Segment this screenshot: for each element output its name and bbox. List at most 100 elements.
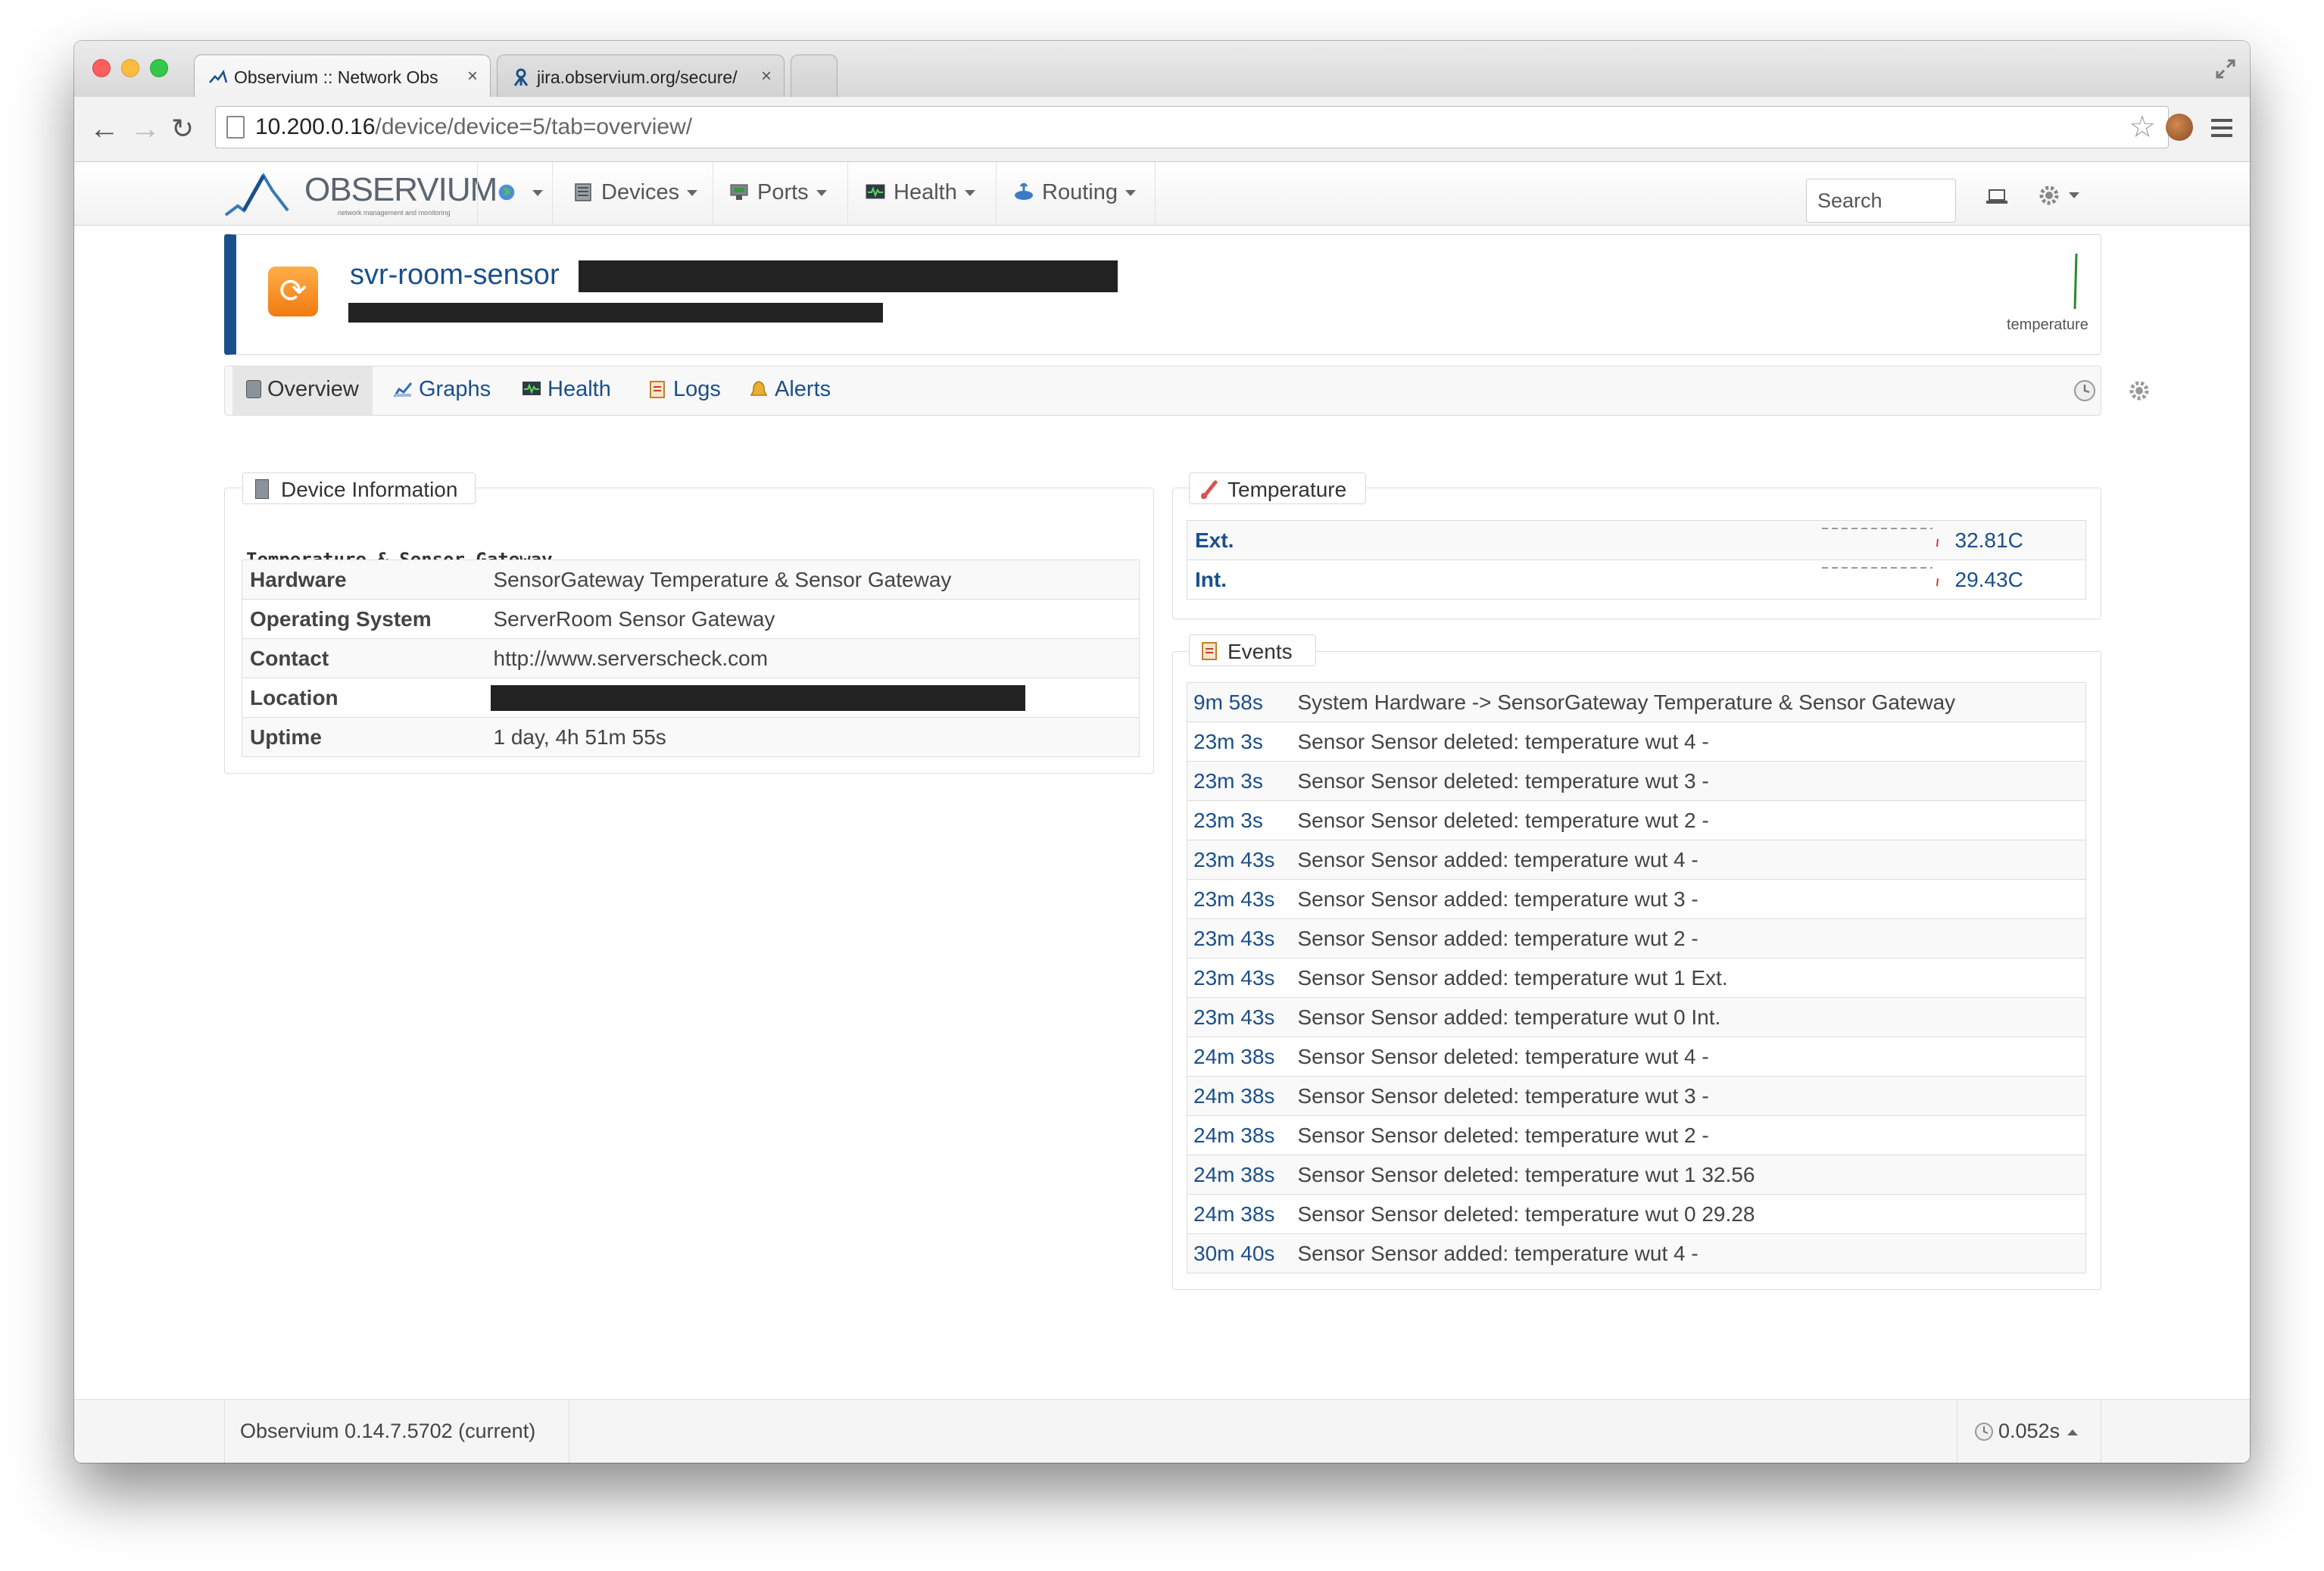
event-time[interactable]: 23m 43s [1187, 879, 1298, 919]
browser-titlebar: Observium :: Network Obs × jira.observiu… [74, 41, 2250, 97]
nav-health[interactable]: Health [848, 162, 997, 226]
url-path: /device/device=5/tab=overview/ [375, 114, 693, 139]
nav-routing[interactable]: Routing [997, 162, 1156, 226]
sensor-value[interactable]: 32.81C [1954, 520, 2086, 560]
version-info[interactable]: Observium 0.14.7.5702 (current) [224, 1400, 569, 1463]
thermometer-icon [1201, 480, 1218, 499]
close-window-button[interactable] [92, 59, 111, 77]
event-time[interactable]: 24m 38s [1187, 1076, 1298, 1116]
redacted-hostname-suffix [579, 260, 1118, 292]
table-row: Operating System ServerRoom Sensor Gatew… [242, 599, 1140, 639]
table-row: 23m 43s Sensor Sensor added: temperature … [1187, 879, 2086, 919]
routing-icon [1015, 183, 1033, 200]
event-time[interactable]: 30m 40s [1187, 1233, 1298, 1273]
nav-ports[interactable]: Ports [713, 162, 848, 226]
gear-icon [2039, 185, 2059, 205]
device-os-icon: ⟳ [268, 267, 318, 316]
event-time[interactable]: 23m 3s [1187, 761, 1298, 801]
table-row: 24m 38s Sensor Sensor deleted: temperatur… [1187, 1155, 2086, 1195]
table-row: 23m 43s Sensor Sensor added: temperature … [1187, 918, 2086, 958]
user-avatar[interactable] [2166, 114, 2193, 141]
tab-logs[interactable]: Logs [647, 377, 721, 402]
device-settings-gear-icon[interactable] [2127, 379, 2151, 403]
globe-menu[interactable] [477, 162, 553, 226]
event-time[interactable]: 24m 38s [1187, 1115, 1298, 1155]
device-header-panel: ⟳ svr-room-sensor temperature [224, 234, 2101, 355]
legend-title: Temperature [1228, 478, 1347, 501]
minimize-window-button[interactable] [121, 59, 139, 77]
page-runtime[interactable]: 0.052s [1957, 1400, 2101, 1463]
sensor-sparkline [1818, 520, 1955, 560]
bookmark-star-icon[interactable]: ☆ [2129, 110, 2156, 145]
search-input[interactable]: Search [1806, 179, 1956, 223]
event-message: Sensor Sensor deleted: temperature wut 3… [1297, 1076, 2086, 1116]
laptop-icon[interactable] [1986, 188, 2008, 206]
event-time[interactable]: 23m 3s [1187, 800, 1298, 840]
table-row: Uptime 1 day, 4h 51m 55s [242, 717, 1140, 757]
address-bar[interactable]: 10.200.0.16/device/device=5/tab=overview… [215, 106, 2169, 148]
table-row: 24m 38s Sensor Sensor deleted: temperatur… [1187, 1036, 2086, 1077]
table-row: 24m 38s Sensor Sensor deleted: temperatur… [1187, 1076, 2086, 1116]
health-monitor-icon [523, 382, 541, 395]
event-message: Sensor Sensor added: temperature wut 2 - [1297, 918, 2086, 958]
forward-arrow-icon[interactable]: → [130, 111, 161, 147]
event-time[interactable]: 24m 38s [1187, 1036, 1298, 1077]
table-row: 23m 3s Sensor Sensor deleted: temperature… [1187, 761, 2086, 801]
event-time[interactable]: 9m 58s [1187, 682, 1298, 722]
server-icon [575, 183, 591, 201]
close-tab-icon[interactable]: × [467, 66, 478, 87]
temperature-sparkline[interactable] [2007, 250, 2082, 310]
contact-label: Contact [242, 638, 486, 678]
event-message: Sensor Sensor added: temperature wut 4 - [1297, 1233, 2086, 1273]
close-tab-icon[interactable]: × [761, 66, 772, 87]
tab-overview[interactable]: Overview [232, 366, 373, 415]
event-time[interactable]: 23m 43s [1187, 918, 1298, 958]
event-message: System Hardware -> SensorGateway Tempera… [1297, 682, 2086, 722]
sensor-name[interactable]: Ext. [1187, 520, 1819, 560]
sensor-name[interactable]: Int. [1187, 560, 1819, 600]
reload-icon[interactable]: ↻ [171, 111, 194, 147]
table-row: Location [242, 678, 1140, 718]
location-value [485, 678, 1140, 718]
menu-icon[interactable] [2210, 117, 2234, 139]
hardware-value: SensorGateway Temperature & Sensor Gatew… [485, 560, 1140, 600]
table-row[interactable]: Ext. 32.81C [1187, 520, 2086, 560]
device-hostname[interactable]: svr-room-sensor [350, 259, 560, 291]
page-icon [226, 116, 245, 139]
browser-tab-observium[interactable]: Observium :: Network Obs × [194, 55, 491, 97]
table-row: Contact http://www.serverscheck.com [242, 638, 1140, 678]
tab-health[interactable]: Health [522, 377, 611, 402]
legend-title: Device Information [281, 478, 458, 501]
sensor-value[interactable]: 29.43C [1954, 560, 2086, 600]
table-row: 23m 43s Sensor Sensor added: temperature … [1187, 840, 2086, 880]
event-time[interactable]: 23m 43s [1187, 840, 1298, 880]
nav-devices[interactable]: Devices [553, 162, 713, 226]
back-arrow-icon[interactable]: ← [89, 111, 120, 147]
observium-logo[interactable]: OBSERVIUM network management and monitor… [224, 168, 498, 221]
event-time[interactable]: 24m 38s [1187, 1194, 1298, 1234]
refresh-clock-icon[interactable] [2073, 379, 2097, 403]
tab-logs-label: Logs [673, 377, 721, 401]
sensor-sparkline-graph [1821, 567, 1939, 587]
tab-graphs[interactable]: Graphs [393, 377, 491, 402]
event-time[interactable]: 23m 43s [1187, 997, 1298, 1037]
device-information-legend: Device Information [242, 472, 476, 504]
settings-menu[interactable] [2037, 183, 2079, 207]
event-time[interactable]: 24m 38s [1187, 1155, 1298, 1195]
device-information-table: Hardware SensorGateway Temperature & Sen… [242, 560, 1140, 757]
tab-alerts[interactable]: Alerts [749, 377, 831, 402]
event-time[interactable]: 23m 43s [1187, 958, 1298, 998]
event-message: Sensor Sensor deleted: temperature wut 2… [1297, 1115, 2086, 1155]
event-message: Sensor Sensor added: temperature wut 4 - [1297, 840, 2086, 880]
event-time[interactable]: 23m 3s [1187, 722, 1298, 762]
new-tab-button[interactable] [791, 55, 838, 97]
table-row[interactable]: Int. 29.43C [1187, 560, 2086, 600]
logo-wordmark: OBSERVIUM [304, 171, 498, 208]
event-message: Sensor Sensor deleted: temperature wut 4… [1297, 1036, 2086, 1077]
browser-tab-jira[interactable]: jira.observium.org/secure/ × [497, 55, 785, 97]
clipboard-icon [1202, 642, 1217, 660]
maximize-window-button[interactable] [150, 59, 168, 77]
runtime-value: 0.052s [1998, 1420, 2060, 1442]
tab-alerts-label: Alerts [775, 377, 831, 401]
fullscreen-icon[interactable] [2214, 58, 2237, 80]
